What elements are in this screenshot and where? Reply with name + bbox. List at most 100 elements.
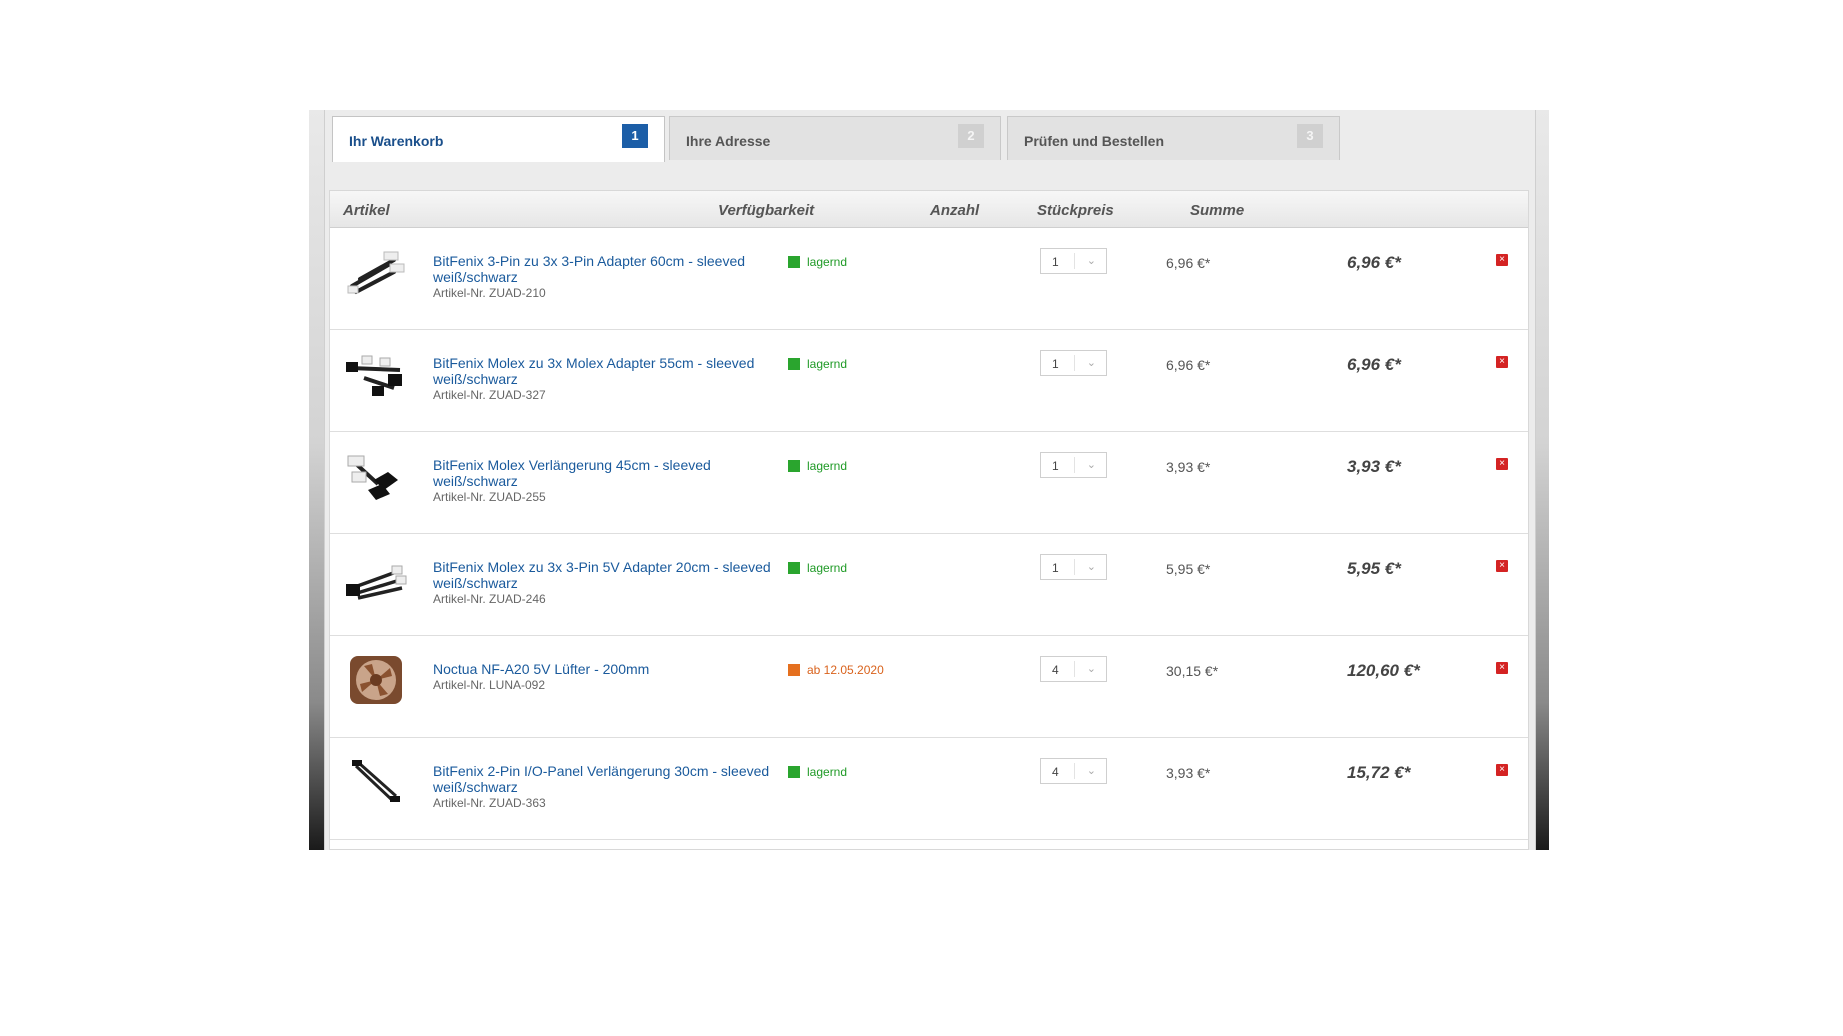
quantity-divider [1074,355,1075,371]
availability-status: lagernd [788,459,847,473]
chevron-down-icon: ⌄ [1086,255,1096,267]
product-thumbnail[interactable] [344,552,408,604]
line-total: 6,96 €* [1347,355,1401,374]
quantity-value: 1 [1052,561,1059,575]
quantity-value: 4 [1052,663,1059,677]
step-number-badge: 2 [958,124,984,148]
article-number: Artikel-Nr. ZUAD-363 [433,796,546,810]
line-total: 15,72 €* [1347,763,1411,782]
product-thumbnail[interactable] [344,246,408,298]
cart-row: BitFenix Molex zu 3x Molex Adapter 55cm … [330,330,1528,432]
product-name-link[interactable]: BitFenix Molex zu 3x 3-Pin 5V Adapter 20… [433,559,788,591]
availability-status: lagernd [788,561,847,575]
quantity-value: 1 [1052,357,1059,371]
delete-icon[interactable]: × [1496,254,1508,266]
column-header-summe: Summe [1190,202,1245,219]
cart-row: BitFenix Molex Verlängerung 45cm - sleev… [330,432,1528,534]
line-total: 5,95 €* [1347,559,1401,578]
article-number: Artikel-Nr. ZUAD-246 [433,592,546,606]
chevron-down-icon: ⌄ [1086,765,1096,777]
product-thumbnail[interactable] [344,654,408,706]
quantity-value: 4 [1052,765,1059,779]
chevron-down-icon: ⌄ [1086,663,1096,675]
unit-price: 3,93 €* [1166,765,1211,781]
article-number: Artikel-Nr. ZUAD-327 [433,388,546,402]
delete-icon[interactable]: × [1496,662,1508,674]
quantity-value: 1 [1052,459,1059,473]
cart-row: BitFenix Molex zu 3x 3-Pin 5V Adapter 20… [330,534,1528,636]
availability-indicator-icon [788,766,800,778]
quantity-divider [1074,661,1075,677]
tab-adresse[interactable]: Ihre Adresse 2 [669,116,1001,160]
cart-row: BitFenix 3-Pin zu 3x 3-Pin Adapter 60cm … [330,228,1528,330]
availability-indicator-icon [788,460,800,472]
quantity-select[interactable]: 1 ⌄ [1040,248,1107,274]
line-total: 3,93 €* [1347,457,1401,476]
quantity-value: 1 [1052,255,1059,269]
availability-status: ab 12.05.2020 [788,663,884,677]
cart-table-header: Artikel Verfügbarkeit Anzahl Stückpreis … [330,191,1528,228]
column-header-stueckpreis: Stückpreis [1037,202,1114,219]
quantity-select[interactable]: 1 ⌄ [1040,452,1107,478]
column-header-artikel: Artikel [343,202,390,219]
quantity-select[interactable]: 4 ⌄ [1040,758,1107,784]
quantity-select[interactable]: 1 ⌄ [1040,350,1107,376]
column-header-anzahl: Anzahl [930,202,980,219]
checkout-frame: Ihr Warenkorb 1 Ihre Adresse 2 Prüfen un… [309,110,1549,850]
unit-price: 30,15 €* [1166,663,1219,679]
column-header-verfuegbarkeit: Verfügbarkeit [718,202,815,219]
availability-text: lagernd [807,459,848,473]
product-thumbnail[interactable] [344,756,408,808]
quantity-divider [1074,253,1075,269]
cart-row: BitFenix 2-Pin I/O-Panel Verlängerung 30… [330,738,1528,840]
line-total: 6,96 €* [1347,253,1401,272]
product-name-link[interactable]: Noctua NF-A20 5V Lüfter - 200mm [433,661,788,677]
step-number-badge: 3 [1297,124,1323,148]
quantity-divider [1074,457,1075,473]
tab-label: Ihre Adresse [686,133,771,149]
tab-label: Ihr Warenkorb [349,133,444,149]
quantity-select[interactable]: 1 ⌄ [1040,554,1107,580]
tab-warenkorb[interactable]: Ihr Warenkorb 1 [332,116,665,162]
availability-status: lagernd [788,765,847,779]
availability-text: ab 12.05.2020 [807,663,884,677]
article-number: Artikel-Nr. ZUAD-255 [433,490,546,504]
cart-table: Artikel Verfügbarkeit Anzahl Stückpreis … [329,190,1529,850]
step-number-badge: 1 [622,124,648,148]
checkout-panel: Ihr Warenkorb 1 Ihre Adresse 2 Prüfen un… [324,110,1536,850]
chevron-down-icon: ⌄ [1086,459,1096,471]
product-thumbnail[interactable] [344,450,408,502]
availability-text: lagernd [807,765,848,779]
product-name-link[interactable]: BitFenix Molex zu 3x Molex Adapter 55cm … [433,355,788,387]
availability-indicator-icon [788,664,800,676]
product-thumbnail[interactable] [344,348,408,400]
availability-text: lagernd [807,255,848,269]
cart-row: Noctua NF-A20 5V Lüfter - 200mm Artikel-N… [330,636,1528,738]
line-total: 120,60 €* [1347,661,1420,680]
chevron-down-icon: ⌄ [1086,357,1096,369]
delete-icon[interactable]: × [1496,560,1508,572]
product-name-link[interactable]: BitFenix Molex Verlängerung 45cm - sleev… [433,457,788,489]
availability-text: lagernd [807,561,848,575]
article-number: Artikel-Nr. ZUAD-210 [433,286,546,300]
tab-pruefen-bestellen[interactable]: Prüfen und Bestellen 3 [1007,116,1340,160]
product-name-link[interactable]: BitFenix 2-Pin I/O-Panel Verlängerung 30… [433,763,788,795]
quantity-select[interactable]: 4 ⌄ [1040,656,1107,682]
article-number: Artikel-Nr. LUNA-092 [433,678,546,692]
delete-icon[interactable]: × [1496,764,1508,776]
delete-icon[interactable]: × [1496,458,1508,470]
availability-indicator-icon [788,562,800,574]
unit-price: 5,95 €* [1166,561,1211,577]
product-name-link[interactable]: BitFenix 3-Pin zu 3x 3-Pin Adapter 60cm … [433,253,788,285]
unit-price: 3,93 €* [1166,459,1211,475]
unit-price: 6,96 €* [1166,357,1211,373]
availability-indicator-icon [788,358,800,370]
delete-icon[interactable]: × [1496,356,1508,368]
unit-price: 6,96 €* [1166,255,1211,271]
chevron-down-icon: ⌄ [1086,561,1096,573]
tab-label: Prüfen und Bestellen [1024,133,1165,149]
availability-status: lagernd [788,357,847,371]
quantity-divider [1074,559,1075,575]
quantity-divider [1074,763,1075,779]
availability-text: lagernd [807,357,848,371]
